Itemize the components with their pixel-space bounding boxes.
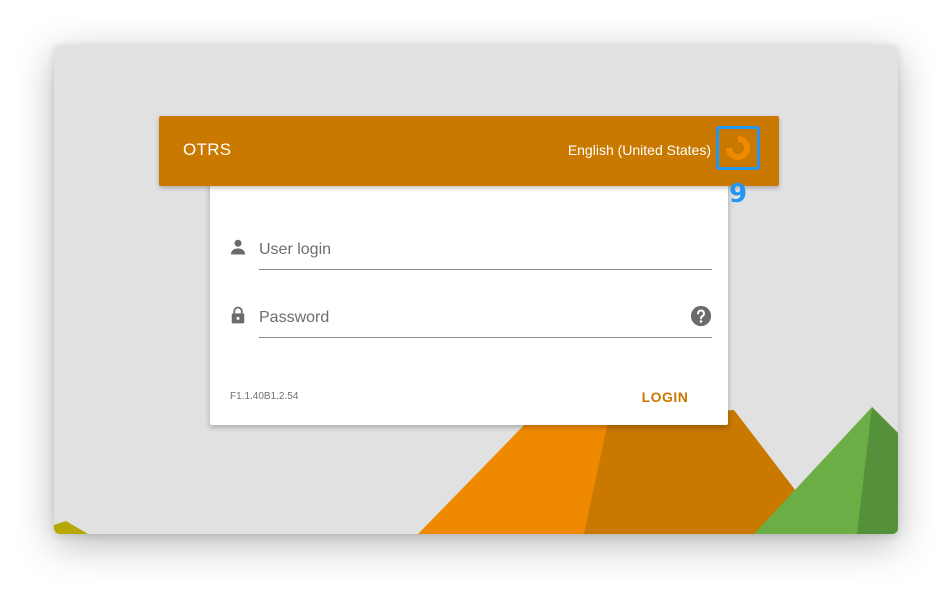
user-login-row	[228, 231, 712, 271]
language-switch-button[interactable]	[716, 126, 760, 170]
version-label: F1.1.40B1.2.54	[230, 391, 299, 402]
user-login-input[interactable]	[259, 231, 712, 270]
bg-shape-left	[54, 521, 88, 534]
password-input[interactable]	[259, 299, 712, 338]
login-card: F1.1.40B1.2.54 LOGIN	[210, 165, 728, 425]
password-row	[228, 299, 712, 339]
bg-shape-orange-dark	[584, 410, 799, 534]
annotation-label: 9	[729, 179, 748, 209]
header-bar: OTRS English (United States)	[159, 116, 779, 186]
brand-title: OTRS	[183, 140, 232, 159]
app-window: F1.1.40B1.2.54 LOGIN OTRS English (Unite…	[54, 45, 898, 534]
lock-icon	[231, 306, 245, 324]
help-icon[interactable]	[690, 305, 712, 327]
refresh-icon	[726, 136, 750, 160]
language-label: English (United States)	[567, 142, 711, 158]
login-button[interactable]: LOGIN	[630, 381, 700, 413]
person-icon	[230, 239, 246, 255]
